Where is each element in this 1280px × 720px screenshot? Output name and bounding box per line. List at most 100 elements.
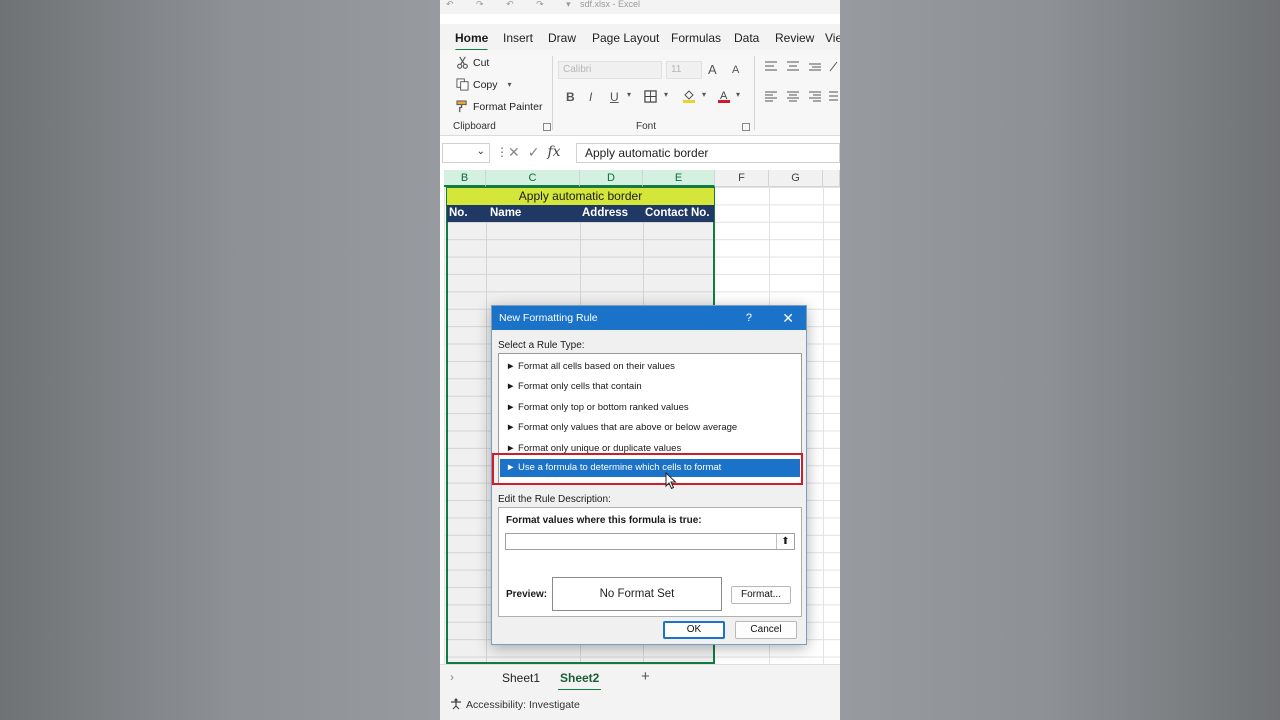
accessibility-icon[interactable] — [450, 698, 462, 713]
underline-button[interactable]: U — [610, 90, 619, 104]
help-button[interactable]: ? — [746, 306, 752, 330]
format-button[interactable]: Format... — [731, 586, 791, 604]
formula-bar: ⌄ ⋮ ✕ ✓ fx Apply automatic border — [440, 142, 840, 164]
bold-button[interactable]: B — [566, 90, 575, 104]
group-divider — [754, 56, 755, 130]
shrink-font-button[interactable]: A — [732, 64, 739, 76]
copy-icon — [456, 78, 469, 91]
font-name-box[interactable]: Calibri — [558, 61, 662, 79]
confirm-entry-icon[interactable]: ✓ — [528, 144, 540, 161]
font-size-box[interactable]: 11 — [666, 61, 702, 79]
chevron-down-icon[interactable]: ⌄ — [477, 146, 485, 157]
formula-label: Format values where this formula is true… — [506, 515, 702, 526]
cut-button[interactable]: Cut — [456, 56, 489, 69]
header-cell-name[interactable]: Name — [490, 205, 521, 222]
tab-review[interactable]: Review — [775, 31, 814, 45]
tab-insert[interactable]: Insert — [503, 31, 533, 45]
format-painter-button[interactable]: Format Painter — [456, 100, 542, 113]
column-header-c[interactable]: C — [486, 170, 580, 187]
rule-item-all-cells[interactable]: ► Format all cells based on their values — [506, 361, 675, 372]
align-center-icon[interactable] — [786, 90, 800, 105]
column-header-next[interactable] — [823, 170, 840, 187]
chevron-down-icon[interactable]: ▾ — [736, 90, 740, 99]
insert-function-icon[interactable]: fx — [547, 144, 560, 161]
tab-draw[interactable]: Draw — [548, 31, 576, 45]
highlight-annotation-line — [569, 453, 599, 455]
align-bottom-icon[interactable] — [808, 60, 822, 75]
title-bar: ↶ ↷ ↶ ↷ ▾ sdf.xlsx - Excel — [440, 0, 840, 14]
edit-rule-description-label: Edit the Rule Description: — [498, 494, 611, 505]
column-header-g[interactable]: G — [769, 170, 823, 187]
more-options-icon[interactable]: ⋮ — [496, 145, 508, 159]
align-right-icon[interactable] — [808, 90, 822, 105]
copy-label: Copy — [473, 78, 498, 91]
collapse-dialog-icon[interactable]: ⬆ — [776, 534, 794, 549]
sheet-tab-1[interactable]: Sheet1 — [502, 671, 540, 685]
header-cell-contact[interactable]: Contact No. — [645, 205, 710, 222]
chevron-down-icon[interactable]: ▾ — [664, 90, 668, 99]
close-icon[interactable]: ✕ — [782, 306, 794, 330]
highlight-annotation-line — [649, 453, 689, 455]
column-header-e[interactable]: E — [643, 170, 715, 187]
formula-input[interactable]: Apply automatic border — [576, 143, 840, 163]
header-cell-no[interactable]: No. — [449, 205, 468, 222]
fill-color-icon[interactable] — [682, 89, 696, 106]
ok-button[interactable]: OK — [663, 621, 725, 639]
format-painter-label: Format Painter — [473, 100, 543, 113]
cancel-entry-icon[interactable]: ✕ — [508, 144, 520, 161]
add-sheet-button[interactable]: + — [641, 668, 650, 685]
font-launcher-icon[interactable] — [742, 123, 750, 131]
accessibility-status[interactable]: Accessibility: Investigate — [466, 699, 580, 711]
document-title: sdf.xlsx - Excel — [580, 0, 641, 9]
cut-label: Cut — [473, 56, 490, 69]
column-header-d[interactable]: D — [580, 170, 643, 187]
header-cell-address[interactable]: Address — [582, 205, 628, 222]
quick-access-toolbar[interactable]: ↶ ↷ ↶ ↷ ▾ — [446, 0, 581, 10]
chevron-down-icon[interactable]: ▾ — [508, 80, 512, 89]
orientation-icon[interactable] — [828, 60, 838, 75]
grow-font-button[interactable]: A — [708, 62, 717, 77]
formula-field[interactable]: ⬆ — [505, 533, 795, 550]
header-row: No. Name Address Contact No. — [447, 205, 714, 222]
copy-button[interactable]: Copy ▾ — [456, 78, 512, 91]
column-header-b[interactable]: B — [444, 170, 486, 187]
tab-home[interactable]: Home — [455, 31, 489, 52]
ribbon-tabs: Home Insert Draw Page Layout Formulas Da… — [440, 24, 840, 52]
indent-icon[interactable] — [828, 90, 838, 105]
group-divider — [552, 56, 553, 130]
font-color-icon[interactable]: A — [717, 89, 731, 106]
ribbon: Cut Copy ▾ Format Painter Clipboard Cali… — [440, 50, 840, 136]
dialog-title: New Formatting Rule — [499, 312, 598, 324]
format-preview: No Format Set — [552, 577, 722, 611]
title-cell[interactable]: Apply automatic border — [447, 188, 714, 205]
name-box[interactable]: ⌄ — [442, 143, 490, 163]
italic-button[interactable]: I — [589, 90, 592, 104]
tab-view[interactable]: Vie — [825, 31, 840, 45]
paintbrush-icon — [456, 100, 469, 113]
cancel-button[interactable]: Cancel — [735, 621, 797, 639]
rule-item-cells-contain[interactable]: ► Format only cells that contain — [506, 381, 642, 392]
sheet-tab-2[interactable]: Sheet2 — [557, 671, 602, 691]
borders-icon[interactable] — [644, 90, 657, 106]
align-left-icon[interactable] — [764, 90, 778, 105]
chevron-right-icon[interactable]: › — [450, 670, 454, 684]
clipboard-launcher-icon[interactable] — [543, 123, 551, 131]
column-header-f[interactable]: F — [715, 170, 769, 187]
rule-description-panel: Format values where this formula is true… — [498, 507, 802, 617]
tab-data[interactable]: Data — [734, 31, 759, 45]
rule-item-top-bottom[interactable]: ► Format only top or bottom ranked value… — [506, 402, 689, 413]
grid-line — [823, 187, 824, 664]
tab-page-layout[interactable]: Page Layout — [592, 31, 659, 45]
chevron-down-icon[interactable]: ▾ — [627, 90, 631, 99]
highlight-annotation-box — [492, 453, 803, 485]
tab-formulas[interactable]: Formulas — [671, 31, 721, 45]
align-top-icon[interactable] — [764, 60, 778, 75]
preview-label: Preview: — [506, 589, 548, 600]
chevron-down-icon[interactable]: ▾ — [702, 90, 706, 99]
formula-bar-icons: ✕ ✓ fx — [508, 144, 561, 161]
align-middle-icon[interactable] — [786, 60, 800, 75]
sheet-tab-bar: › Sheet1 Sheet2 + — [440, 664, 840, 691]
mouse-pointer-icon — [665, 471, 677, 495]
rule-item-above-below-average[interactable]: ► Format only values that are above or b… — [506, 422, 737, 433]
select-rule-type-label: Select a Rule Type: — [498, 340, 585, 351]
